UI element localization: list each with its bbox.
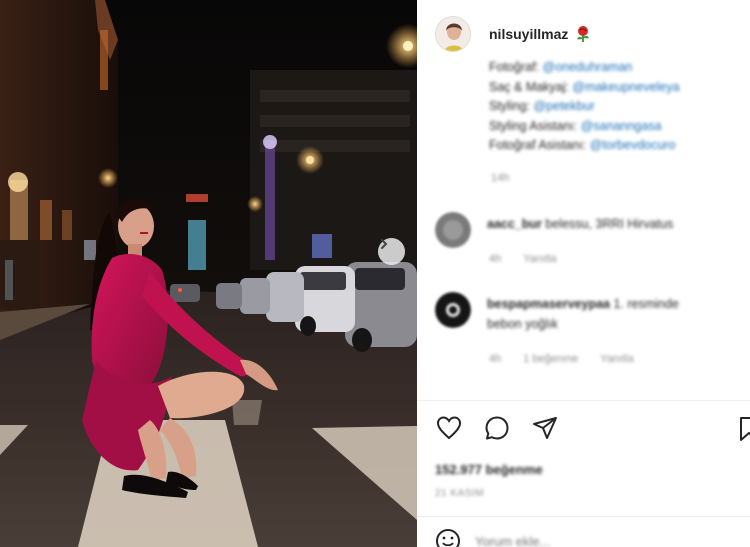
- mention-link[interactable]: @petekbur: [533, 99, 594, 113]
- caption-line: Fotoğraf: @oneduhraman: [489, 58, 739, 78]
- next-photo-button[interactable]: [378, 238, 405, 265]
- post-header: nilsuyillmaz: [435, 16, 592, 52]
- comment-time: 4h: [489, 253, 502, 265]
- comment-item: aacc_bur belessu, 3RRI Hirvatus: [435, 212, 717, 248]
- caption-label: Styling:: [489, 99, 530, 113]
- divider: [417, 516, 750, 517]
- like-count[interactable]: 152.977 beğenme: [435, 462, 543, 477]
- heart-icon[interactable]: [435, 414, 463, 442]
- comment-username[interactable]: bespapmaserveypaa: [487, 297, 610, 311]
- caption-line: Styling Asistanı: @sananngasa: [489, 117, 739, 137]
- post-photo[interactable]: [0, 0, 417, 547]
- comment-body: belessu, 3RRI Hirvatus: [545, 217, 674, 231]
- comment-time: 4h: [489, 353, 502, 365]
- send-icon[interactable]: [531, 414, 559, 442]
- caption-label: Styling Asistanı:: [489, 118, 578, 133]
- divider: [417, 400, 750, 401]
- caption-line: Saç & Makyaj: @makeupneveleya: [489, 78, 739, 98]
- comment-username[interactable]: aacc_bur: [487, 217, 542, 231]
- comment-item: bespapmaserveypaa 1. resminde bebon yoğl…: [435, 292, 717, 334]
- avatar[interactable]: [435, 16, 471, 52]
- mention-link[interactable]: @sananngasa: [581, 119, 662, 133]
- reply-button[interactable]: Yanıtla: [523, 253, 556, 265]
- caption-line: Fotoğraf Asistanı: @torbevdocuro: [489, 136, 739, 156]
- reply-button[interactable]: Yanıtla: [600, 353, 633, 365]
- comment-likes[interactable]: 1 beğenme: [523, 353, 578, 365]
- bookmark-icon[interactable]: [739, 416, 750, 442]
- comment-text: aacc_bur belessu, 3RRI Hirvatus: [487, 214, 717, 248]
- caption-label: Saç & Makyaj:: [489, 79, 569, 94]
- street-night-photo: [0, 0, 417, 547]
- caption-line: Styling: @petekbur: [489, 97, 739, 117]
- comment-avatar[interactable]: [435, 212, 471, 248]
- chevron-right-icon: [381, 239, 388, 249]
- comment-icon[interactable]: [483, 414, 511, 442]
- username[interactable]: nilsuyillmaz: [489, 26, 568, 42]
- caption-label: Fotoğraf Asistanı:: [489, 138, 587, 152]
- avatar-image: [436, 17, 470, 51]
- caption-timestamp: 14h: [491, 172, 510, 184]
- post-caption: Fotoğraf: @oneduhraman Saç & Makyaj: @ma…: [489, 58, 739, 156]
- post-side-panel: nilsuyillmaz Fotoğraf: @oneduhraman Saç …: [417, 0, 750, 547]
- comment-meta: 4h 1 beğenme Yanıtla: [489, 353, 634, 365]
- comment-avatar[interactable]: [435, 292, 471, 328]
- smiley-icon[interactable]: [435, 528, 461, 547]
- mention-link[interactable]: @torbevdocuro: [590, 138, 676, 152]
- rose-icon: [577, 26, 590, 42]
- action-bar: [435, 414, 559, 442]
- comment-text: bespapmaserveypaa 1. resminde bebon yoğl…: [487, 294, 717, 334]
- mention-link[interactable]: @makeupneveleya: [572, 80, 679, 94]
- caption-label: Fotoğraf:: [489, 60, 540, 74]
- add-comment-bar: [435, 528, 675, 547]
- comment-input[interactable]: [475, 533, 675, 547]
- mention-link[interactable]: @oneduhraman: [543, 60, 633, 74]
- post-date: 21 KASIM: [435, 488, 485, 499]
- comment-meta: 4h Yanıtla: [489, 253, 557, 265]
